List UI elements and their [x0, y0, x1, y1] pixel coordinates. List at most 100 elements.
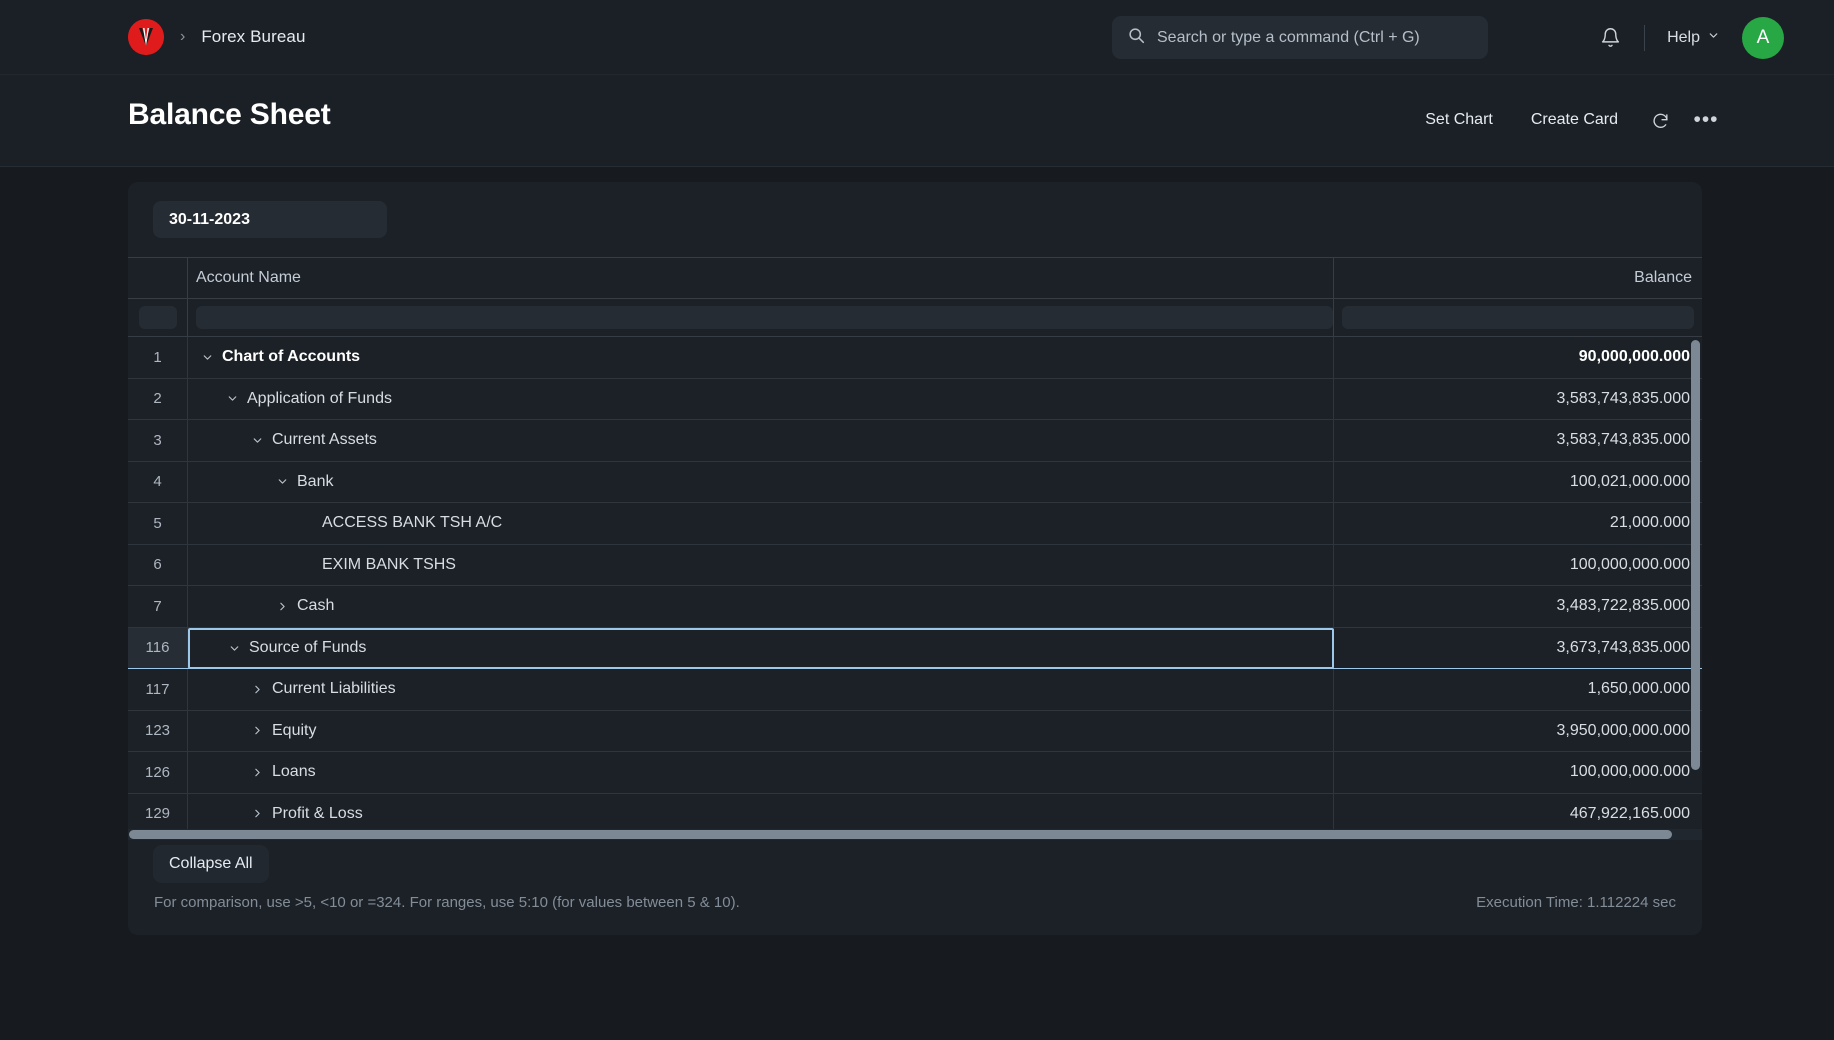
row-index-cell[interactable]: 117 — [128, 669, 188, 710]
filter-index-pill[interactable] — [138, 306, 177, 329]
row-account-name-cell[interactable]: Current Assets — [188, 420, 1334, 461]
row-index-cell[interactable]: 1 — [128, 337, 188, 378]
row-account-label: Bank — [297, 472, 334, 490]
breadcrumb-separator-icon: › — [180, 28, 186, 45]
tree-node: Cash — [188, 586, 1333, 627]
row-balance-cell[interactable]: 3,483,722,835.000 — [1334, 586, 1702, 627]
chevron-right-icon[interactable] — [250, 682, 264, 696]
grid-horizontal-scrollbar-thumb[interactable] — [129, 830, 1672, 839]
help-menu-label: Help — [1667, 28, 1700, 46]
row-balance-cell[interactable]: 100,000,000.000 — [1334, 752, 1702, 793]
grid-filter-index-cell — [128, 298, 188, 337]
table-row[interactable]: 6 EXIM BANK TSHS 100,000,000.000 — [128, 544, 1702, 586]
page-header-actions: Set Chart Create Card ••• — [1407, 99, 1728, 141]
table-row[interactable]: 5 ACCESS BANK TSH A/C 21,000.000 — [128, 503, 1702, 545]
table-row[interactable]: 2 Application of Funds 3,583,743,835.000 — [128, 378, 1702, 420]
chevron-down-icon[interactable] — [227, 641, 241, 655]
breadcrumb-item-forex-bureau[interactable]: Forex Bureau — [201, 27, 305, 47]
grid-header-account-name[interactable]: Account Name — [188, 258, 1334, 298]
row-balance-cell[interactable]: 3,673,743,835.000 — [1334, 628, 1702, 669]
tree-node: Profit & Loss — [188, 794, 1333, 830]
filter-account-name-input[interactable] — [196, 306, 1333, 329]
grid-horizontal-scrollbar[interactable] — [128, 829, 1702, 840]
tree-node: Chart of Accounts — [188, 337, 1333, 378]
help-menu-button[interactable]: Help — [1659, 23, 1728, 53]
row-account-name-cell[interactable]: Bank — [188, 461, 1334, 502]
chevron-down-icon[interactable] — [200, 350, 214, 364]
row-account-name-cell[interactable]: Profit & Loss — [188, 793, 1334, 830]
row-account-name-cell[interactable]: Equity — [188, 710, 1334, 751]
row-balance-cell[interactable]: 3,950,000,000.000 — [1334, 711, 1702, 752]
chevron-down-icon[interactable] — [250, 433, 264, 447]
row-balance-cell[interactable]: 3,583,743,835.000 — [1334, 379, 1702, 420]
create-card-button[interactable]: Create Card — [1513, 101, 1636, 139]
notification-bell-icon[interactable] — [1590, 18, 1630, 58]
grid-header-row: Account Name Balance — [128, 257, 1702, 299]
grid-filter-row — [128, 298, 1702, 337]
row-account-name-cell[interactable]: EXIM BANK TSHS — [188, 544, 1334, 586]
collapse-all-button[interactable]: Collapse All — [153, 845, 269, 883]
table-row[interactable]: 117 Current Liabilities 1,650,000.000 — [128, 669, 1702, 711]
navbar-divider — [1644, 24, 1646, 51]
search-input[interactable] — [1157, 28, 1472, 47]
row-index-cell[interactable]: 4 — [128, 461, 188, 502]
row-account-name-cell[interactable]: Application of Funds — [188, 378, 1334, 419]
row-index-cell[interactable]: 126 — [128, 752, 188, 793]
row-account-name-cell[interactable]: Cash — [188, 586, 1334, 627]
report-card: 30-11-2023 Account Name Balance 1 Chart o… — [128, 182, 1702, 935]
grid-header-balance[interactable]: Balance — [1334, 258, 1702, 298]
row-index-cell[interactable]: 7 — [128, 586, 188, 627]
avatar[interactable]: A — [1742, 16, 1784, 59]
set-chart-button[interactable]: Set Chart — [1407, 101, 1511, 139]
date-filter-field[interactable]: 30-11-2023 — [153, 201, 387, 238]
row-balance-cell[interactable]: 21,000.000 — [1334, 503, 1702, 544]
row-account-name-cell[interactable]: ACCESS BANK TSH A/C — [188, 503, 1334, 544]
grid-filter-balance-cell — [1334, 299, 1702, 337]
row-account-name-cell[interactable]: Current Liabilities — [188, 669, 1334, 710]
table-row[interactable]: 4 Bank 100,021,000.000 — [128, 461, 1702, 503]
table-row[interactable]: 126 Loans 100,000,000.000 — [128, 752, 1702, 794]
row-index-cell[interactable]: 6 — [128, 544, 188, 585]
row-index-cell[interactable]: 5 — [128, 503, 188, 544]
row-account-label: Cash — [297, 597, 335, 615]
chevron-right-icon[interactable] — [250, 765, 264, 779]
refresh-icon[interactable] — [1638, 99, 1682, 141]
row-index-cell[interactable]: 123 — [128, 710, 188, 751]
row-balance-cell[interactable]: 467,922,165.000 — [1334, 794, 1702, 830]
chevron-down-icon[interactable] — [225, 392, 239, 406]
row-index-cell[interactable]: 3 — [128, 420, 188, 461]
table-row[interactable]: 1 Chart of Accounts 90,000,000.000 — [128, 337, 1702, 379]
vee-logo-icon[interactable] — [128, 19, 164, 55]
chevron-right-icon[interactable] — [250, 807, 264, 821]
grid-vertical-scrollbar[interactable] — [1691, 337, 1700, 829]
filter-balance-input[interactable] — [1342, 306, 1694, 329]
row-account-label: Current Liabilities — [272, 680, 396, 698]
row-index-cell[interactable]: 116 — [128, 627, 188, 668]
row-index-cell[interactable]: 129 — [128, 793, 188, 829]
row-balance-cell[interactable]: 1,650,000.000 — [1334, 669, 1702, 710]
table-row[interactable]: 129 Profit & Loss 467,922,165.000 — [128, 793, 1702, 830]
table-row[interactable]: 123 Equity 3,950,000,000.000 — [128, 710, 1702, 752]
grid-vertical-scrollbar-thumb[interactable] — [1691, 340, 1700, 770]
table-row[interactable]: 7 Cash 3,483,722,835.000 — [128, 586, 1702, 628]
tree-node: ACCESS BANK TSH A/C — [188, 503, 1333, 544]
row-balance-cell[interactable]: 100,000,000.000 — [1334, 545, 1702, 586]
row-account-label: ACCESS BANK TSH A/C — [322, 514, 503, 532]
chevron-down-icon[interactable] — [275, 475, 289, 489]
chevron-right-icon[interactable] — [250, 724, 264, 738]
row-account-name-cell[interactable]: Loans — [188, 752, 1334, 793]
row-index-cell[interactable]: 2 — [128, 378, 188, 419]
chevron-down-icon — [1707, 29, 1720, 47]
chevron-right-icon[interactable] — [275, 599, 289, 613]
ellipsis-icon[interactable]: ••• — [1684, 99, 1728, 141]
table-row[interactable]: 116 Source of Funds 3,673,743,835.000 — [128, 627, 1702, 669]
row-account-name-cell[interactable]: Chart of Accounts — [188, 337, 1334, 378]
row-balance-cell[interactable]: 90,000,000.000 — [1334, 337, 1702, 378]
global-search[interactable] — [1112, 16, 1488, 59]
tree-node: EXIM BANK TSHS — [188, 545, 1333, 586]
row-balance-cell[interactable]: 100,021,000.000 — [1334, 462, 1702, 503]
row-account-label: Equity — [272, 721, 317, 739]
row-account-name-cell[interactable]: Source of Funds — [188, 627, 1334, 669]
row-balance-cell[interactable]: 3,583,743,835.000 — [1334, 420, 1702, 461]
table-row[interactable]: 3 Current Assets 3,583,743,835.000 — [128, 420, 1702, 462]
